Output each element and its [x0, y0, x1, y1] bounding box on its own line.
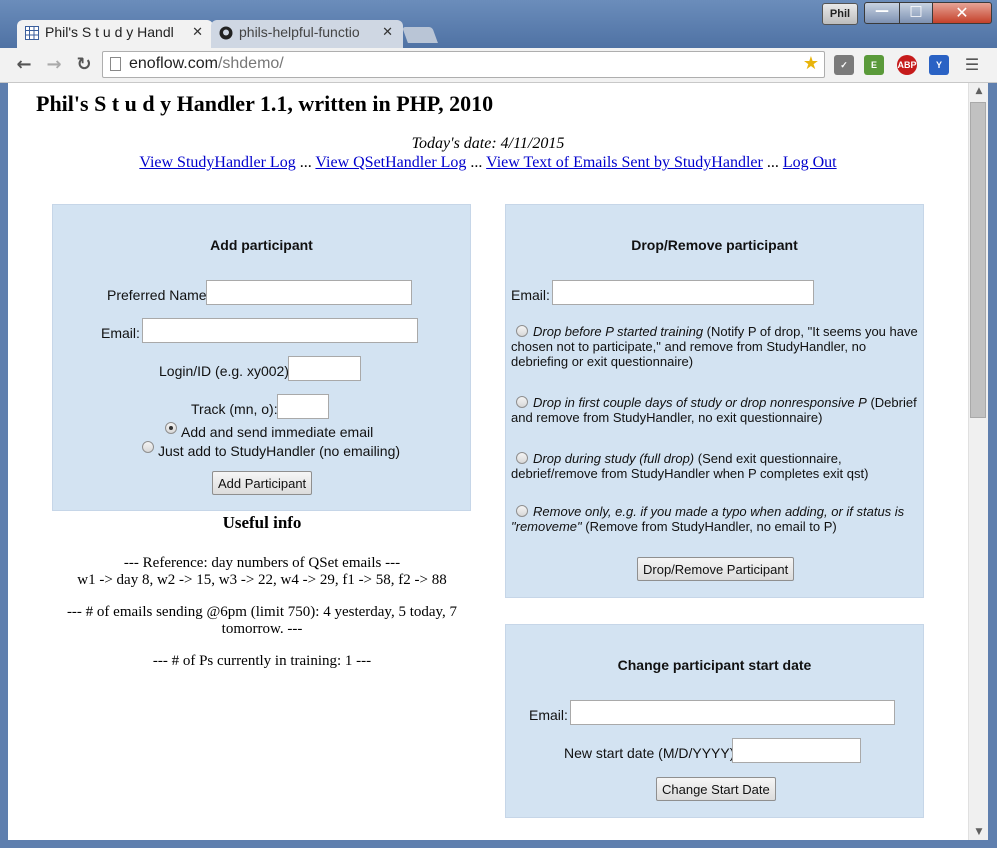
option-title: Drop during study (full drop) — [533, 451, 695, 466]
add-participant-button[interactable]: Add Participant — [212, 471, 313, 495]
pocket-icon[interactable]: ✓ — [834, 55, 854, 75]
bookmark-star-icon[interactable]: ★ — [803, 53, 819, 74]
drop-first-days-radio[interactable] — [516, 396, 528, 408]
useful-info-section: Useful info --- Reference: day numbers o… — [52, 513, 472, 685]
grid-favicon-icon — [25, 26, 39, 40]
drop-before-training-radio[interactable] — [516, 325, 528, 337]
drop-participant-button[interactable]: Drop/Remove Participant — [637, 557, 795, 581]
tab-title: Phil's S t u d y Handl — [45, 24, 174, 40]
back-arrow-icon[interactable]: ← — [12, 53, 36, 77]
maximize-button[interactable]: □ — [899, 2, 933, 24]
preferred-name-label: Preferred Name: — [107, 287, 211, 303]
address-bar[interactable]: enoflow.com/shdemo/ ★ — [102, 51, 825, 78]
minimize-button[interactable]: — — [864, 2, 900, 24]
window-frame-right — [988, 83, 997, 840]
change-start-date-button[interactable]: Change Start Date — [656, 777, 776, 801]
change-start-date-title: Change participant start date — [617, 657, 812, 673]
logout-link[interactable]: Log Out — [783, 154, 837, 171]
change-email-label: Email: — [529, 707, 568, 723]
add-participant-title: Add participant — [210, 237, 313, 253]
option-title: Drop before P started training — [533, 324, 704, 339]
email-label: Email: — [101, 325, 140, 341]
qsethandler-log-link[interactable]: View QSetHandler Log — [315, 154, 466, 171]
emails-sent-link[interactable]: View Text of Emails Sent by StudyHandler — [486, 154, 763, 171]
yoono-icon[interactable]: Y — [929, 55, 949, 75]
page-title: Phil's S t u d y Handler 1.1, written in… — [36, 91, 494, 116]
login-label: Login/ID (e.g. xy002): — [159, 363, 293, 379]
emails-sending-info: --- # of emails sending @6pm (limit 750)… — [66, 604, 458, 637]
browser-toolbar: ← → ↻ enoflow.com/shdemo/ ★ ✓ E ABP Y ☰ — [0, 48, 997, 83]
scrollbar-thumb[interactable] — [970, 102, 986, 418]
new-start-date-input[interactable] — [732, 738, 861, 763]
drop-participant-panel: Drop/Remove participant Email: Drop befo… — [505, 204, 924, 598]
window-frame-bottom — [0, 840, 997, 848]
todays-date: Today's date: 4/11/2015 — [411, 135, 565, 152]
vertical-scrollbar[interactable]: ▲ ▼ — [968, 83, 988, 840]
just-add-radio[interactable] — [142, 441, 154, 453]
window-titlebar: Phil — □ ✕ Phil's S t u d y Handl ✕ phil… — [0, 0, 997, 48]
menu-icon[interactable]: ☰ — [960, 53, 984, 77]
useful-info-title: Useful info — [222, 513, 302, 532]
tab-study-handler[interactable]: Phil's S t u d y Handl ✕ — [17, 20, 213, 48]
change-start-date-panel: Change participant start date Email: New… — [505, 624, 924, 818]
adblock-plus-icon[interactable]: ABP — [897, 55, 917, 75]
drop-option-remove-only: Remove only, e.g. if you made a typo whe… — [511, 504, 921, 534]
evernote-icon[interactable]: E — [864, 55, 884, 75]
new-start-date-label: New start date (M/D/YYYY): — [564, 745, 739, 761]
add-send-email-radio[interactable] — [165, 422, 177, 434]
new-tab-button[interactable] — [402, 27, 438, 43]
link-separator: ... — [466, 154, 487, 171]
email-input[interactable] — [142, 318, 418, 343]
just-add-label: Just add to StudyHandler (no emailing) — [158, 443, 401, 459]
preferred-name-input[interactable] — [206, 280, 412, 305]
remove-only-radio[interactable] — [516, 505, 528, 517]
tab-close-icon[interactable]: ✕ — [192, 24, 203, 40]
drop-option-before-training: Drop before P started training (Notify P… — [511, 324, 921, 369]
drop-email-input[interactable] — [552, 280, 814, 305]
reference-info: --- Reference: day numbers of QSet email… — [52, 555, 472, 589]
reference-days: w1 -> day 8, w2 -> 15, w3 -> 22, w4 -> 2… — [77, 572, 447, 588]
url-path: /shdemo/ — [217, 55, 284, 72]
scroll-down-icon[interactable]: ▼ — [969, 824, 989, 840]
reference-line: --- Reference: day numbers of QSet email… — [123, 555, 401, 571]
in-training-info: --- # of Ps currently in training: 1 --- — [152, 653, 372, 669]
link-separator: ... — [295, 154, 316, 171]
track-input[interactable] — [277, 394, 329, 419]
track-label: Track (mn, o): — [191, 401, 278, 417]
option-description: (Remove from StudyHandler, no email to P… — [581, 519, 837, 534]
drop-participant-title: Drop/Remove participant — [631, 237, 798, 253]
option-title: Drop in first couple days of study or dr… — [533, 395, 867, 410]
forward-arrow-icon[interactable]: → — [42, 53, 66, 77]
studyhandler-log-link[interactable]: View StudyHandler Log — [139, 154, 295, 171]
tab-close-icon[interactable]: ✕ — [382, 24, 393, 40]
drop-option-full-drop: Drop during study (full drop) (Send exit… — [511, 451, 921, 481]
drop-full-radio[interactable] — [516, 452, 528, 464]
tab-github[interactable]: phils-helpful-functio ✕ — [211, 20, 403, 48]
add-participant-panel: Add participant Preferred Name: Email: L… — [52, 204, 471, 511]
link-separator: ... — [762, 154, 783, 171]
github-icon — [219, 26, 233, 40]
reload-icon[interactable]: ↻ — [72, 53, 96, 77]
url-host: enoflow.com — [129, 55, 218, 72]
drop-email-label: Email: — [511, 287, 550, 303]
nav-links: View StudyHandler Log ... View QSetHandl… — [8, 154, 968, 172]
page-content: Phil's S t u d y Handler 1.1, written in… — [8, 83, 968, 840]
login-input[interactable] — [288, 356, 361, 381]
change-email-input[interactable] — [570, 700, 895, 725]
drop-option-first-days: Drop in first couple days of study or dr… — [511, 395, 921, 425]
profile-button[interactable]: Phil — [822, 3, 858, 25]
page-icon — [110, 57, 121, 71]
scroll-up-icon[interactable]: ▲ — [969, 83, 989, 99]
tab-title: phils-helpful-functio — [239, 24, 360, 40]
close-window-button[interactable]: ✕ — [932, 2, 992, 24]
add-send-email-label: Add and send immediate email — [181, 424, 374, 440]
